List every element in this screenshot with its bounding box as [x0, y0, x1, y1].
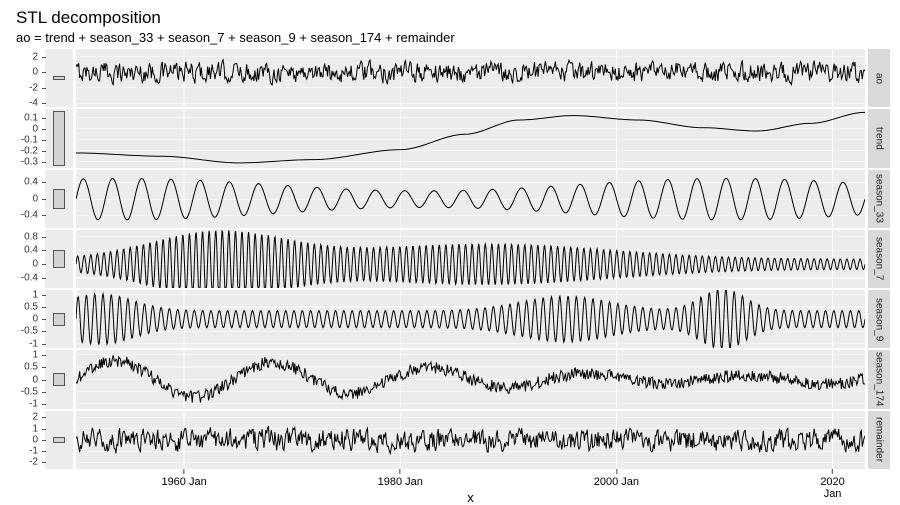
facet-strip: season_174 [868, 350, 890, 408]
series-season_7 [76, 230, 865, 288]
plot-area [76, 350, 865, 408]
panel-season_9: -1-0.500.5 1 season_9 [10, 290, 890, 348]
y-axis: -2-1012 [10, 411, 42, 469]
y-tick-label: 0.5 [24, 302, 38, 313]
y-tick-label: -2 [29, 82, 38, 93]
y-tick-label: 0.5 [24, 362, 38, 373]
y-axis: -1-0.500.5 1 [10, 290, 42, 348]
x-tick: 1980 Jan [378, 469, 423, 488]
range-box [53, 76, 65, 81]
range-box [53, 437, 65, 443]
plot-area [76, 290, 865, 348]
y-tick-label: -1 [29, 338, 38, 349]
range-indicator [45, 230, 73, 288]
plot-area [76, 109, 865, 167]
range-indicator [45, 109, 73, 167]
panel-ao: -4 -2 0 2 ao [10, 49, 890, 107]
x-tick: 1960 Jan [161, 469, 206, 488]
facet-strip: remainder [868, 411, 890, 469]
y-tick-label: 0 [32, 374, 38, 385]
y-tick-label: 1 [32, 423, 38, 434]
y-tick-label: 0.8 [24, 231, 38, 242]
facet-strip: season_7 [868, 230, 890, 288]
y-axis: -4 -2 0 2 [10, 49, 42, 107]
y-tick-label: 0.1 [24, 113, 38, 124]
range-box [53, 373, 65, 386]
plot-area [76, 170, 865, 228]
range-box [53, 111, 65, 166]
y-tick-label: -0.3 [21, 157, 38, 168]
range-box [53, 189, 65, 209]
range-indicator [45, 411, 73, 469]
facet-strip: season_9 [868, 290, 890, 348]
x-tick-label: 2020 Jan [816, 476, 848, 500]
panel-season_174: -1-0.500.51 season_174 [10, 350, 890, 408]
x-tick-label: 2000 Jan [594, 476, 639, 488]
plot-area [76, 49, 865, 107]
facet-strip: trend [868, 109, 890, 167]
x-tick-label: 1980 Jan [378, 476, 423, 488]
panel-season_7: -0.4 0 0.4 0.8 season_7 [10, 230, 890, 288]
y-tick-label: 0 [32, 124, 38, 135]
y-tick-label: -2 [29, 457, 38, 468]
y-tick-label: -1 [29, 398, 38, 409]
plot-area [76, 230, 865, 288]
y-tick-label: -0.2 [21, 146, 38, 157]
series-remainder [76, 426, 865, 454]
chart-title: STL decomposition [16, 8, 890, 28]
range-indicator [45, 290, 73, 348]
y-tick-label: 0 [32, 193, 38, 204]
range-indicator [45, 49, 73, 107]
x-axis-label: x [467, 490, 474, 505]
facet-panels: -4-202ao-0.3-0.2-0.100.1trend-0.400.4sea… [10, 49, 890, 469]
range-box [53, 250, 65, 267]
y-tick-label: -0.5 [21, 326, 38, 337]
facet-strip: ao [868, 49, 890, 107]
y-tick-label: -0.1 [21, 135, 38, 146]
facet-strip: season_33 [868, 170, 890, 228]
y-tick-label: 2 [32, 412, 38, 423]
range-indicator [45, 170, 73, 228]
y-tick-label: 0.4 [24, 177, 38, 188]
y-tick-label: -0.5 [21, 386, 38, 397]
range-box [53, 313, 65, 326]
y-tick-label: 2 [32, 51, 38, 62]
y-tick-label: 0 [32, 67, 38, 78]
x-tick-label: 1960 Jan [161, 476, 206, 488]
y-tick-label: 0 [32, 314, 38, 325]
panel-season_33: -0.4 0 0.4 season_33 [10, 170, 890, 228]
series-trend [76, 113, 865, 164]
y-tick-label: 0 [32, 259, 38, 270]
x-tick: 2020 Jan [816, 469, 848, 500]
y-tick-label: -0.4 [21, 210, 38, 221]
plot-area [76, 411, 865, 469]
y-tick-label: -4 [29, 98, 38, 109]
stl-chart: STL decomposition ao = trend + season_33… [0, 0, 900, 500]
y-tick-label: -1 [29, 446, 38, 457]
chart-subtitle: ao = trend + season_33 + season_7 + seas… [16, 30, 890, 45]
y-tick-label: -0.4 [21, 272, 38, 283]
x-tick: 2000 Jan [594, 469, 639, 488]
y-tick-label: 0 [32, 434, 38, 445]
panel-remainder: -2-1012 remainder [10, 411, 890, 469]
y-axis: -1-0.500.51 [10, 350, 42, 408]
y-axis: -0.4 0 0.4 [10, 170, 42, 228]
y-tick-label: 1 [32, 289, 38, 300]
panel-trend: -0.3-0.2-0.100.1 trend [10, 109, 890, 167]
y-tick-label: 0.4 [24, 245, 38, 256]
y-axis: -0.4 0 0.4 0.8 [10, 230, 42, 288]
y-axis: -0.3-0.2-0.100.1 [10, 109, 42, 167]
y-tick-label: 1 [32, 350, 38, 361]
range-indicator [45, 350, 73, 408]
